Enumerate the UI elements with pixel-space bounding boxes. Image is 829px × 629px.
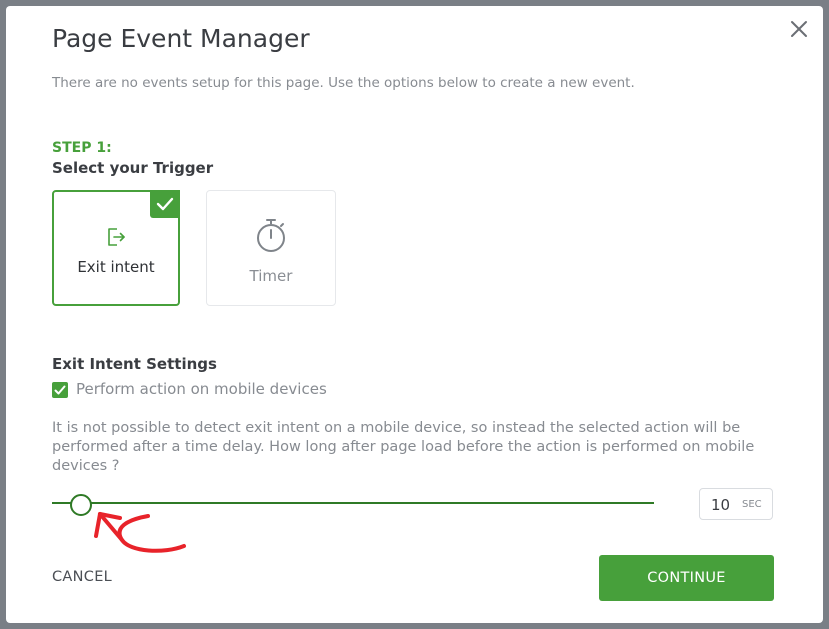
delay-seconds-input[interactable] [711,496,735,514]
page-event-manager-dialog: Page Event Manager There are no events s… [6,6,823,623]
exit-icon [104,225,128,253]
mobile-delay-description: It is not possible to detect exit intent… [52,420,755,474]
settings-title: Exit Intent Settings [52,355,217,373]
selected-check-icon [150,190,180,218]
step-label: STEP 1: [52,140,112,156]
trigger-label-timer: Timer [249,267,293,285]
delay-seconds-field[interactable]: SEC [699,488,773,520]
continue-button[interactable]: CONTINUE [599,555,774,601]
seconds-unit-label: SEC [742,499,762,510]
red-arrow-annotation-icon [94,512,186,553]
step-title: Select your Trigger [52,159,214,177]
dialog-title: Page Event Manager [52,24,310,53]
mobile-devices-label[interactable]: Perform action on mobile devices [76,380,327,398]
intro-text: There are no events setup for this page.… [52,75,635,91]
trigger-card-exit-intent[interactable]: Exit intent [52,190,180,306]
stopwatch-icon [254,217,288,257]
slider-track [52,502,654,504]
checkmark-icon [54,385,66,395]
cancel-button[interactable]: CANCEL [52,569,112,585]
mobile-devices-checkbox[interactable] [52,382,68,398]
trigger-label-exit-intent: Exit intent [77,258,155,276]
trigger-card-timer[interactable]: Timer [206,190,336,306]
close-icon[interactable] [788,18,810,40]
